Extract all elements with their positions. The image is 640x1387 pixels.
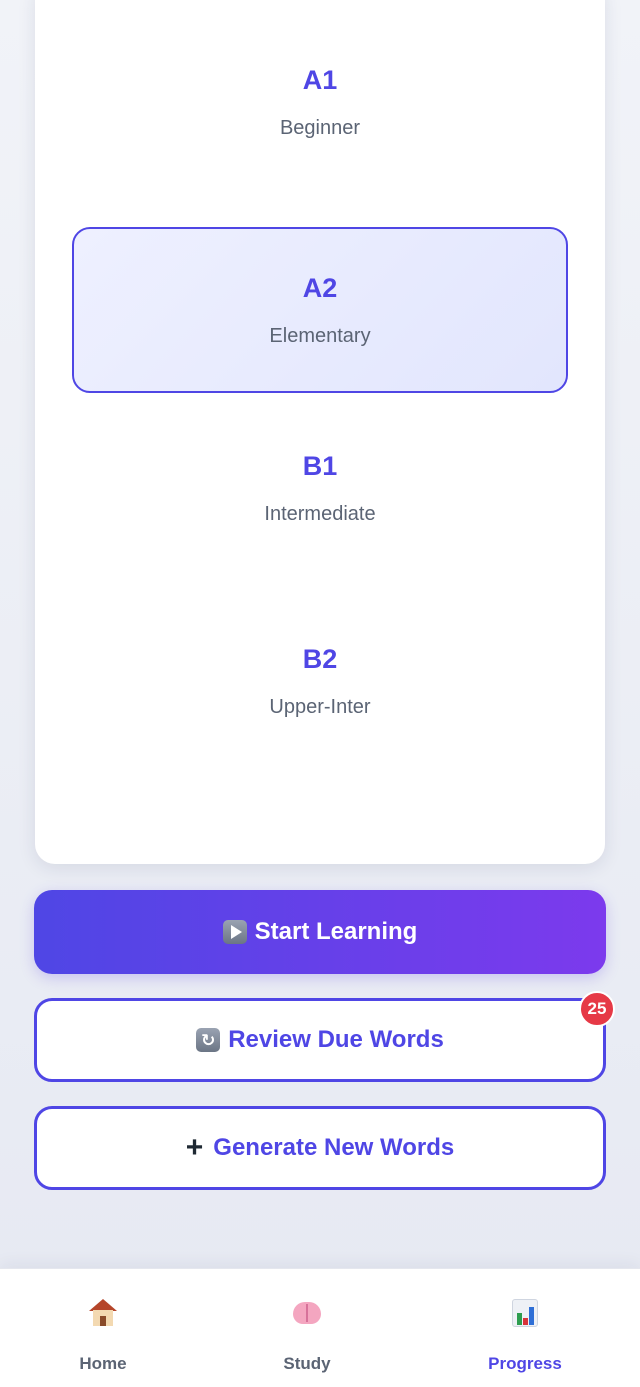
nav-item-study[interactable]: Study xyxy=(237,1269,377,1387)
level-option-b1[interactable]: B1 Intermediate xyxy=(72,405,568,571)
bar-chart-icon xyxy=(509,1297,541,1329)
app-screen: A1 Beginner A2 Elementary B1 Intermediat… xyxy=(0,0,640,1387)
nav-label: Study xyxy=(283,1354,331,1373)
level-option-a1[interactable]: A1 Beginner xyxy=(72,19,568,185)
level-selector-card: A1 Beginner A2 Elementary B1 Intermediat… xyxy=(35,0,605,864)
start-learning-label: Start Learning xyxy=(254,918,418,945)
nav-item-home[interactable]: Home xyxy=(33,1269,173,1387)
nav-label: Progress xyxy=(488,1354,562,1373)
house-icon xyxy=(87,1297,119,1329)
play-icon xyxy=(222,920,247,944)
level-code: B2 xyxy=(302,644,338,674)
level-description: Intermediate xyxy=(264,503,376,525)
due-count-badge: 25 xyxy=(579,991,615,1027)
level-code: A2 xyxy=(302,273,338,303)
level-description: Upper-Inter xyxy=(269,696,371,718)
review-due-words-button[interactable]: ↻ Review Due Words 25 xyxy=(34,991,615,1082)
level-description: Beginner xyxy=(279,117,361,139)
refresh-icon: ↻ xyxy=(196,1028,221,1052)
nav-item-progress[interactable]: Progress xyxy=(455,1269,595,1387)
start-learning-button[interactable]: Start Learning xyxy=(34,890,606,974)
level-option-b2[interactable]: B2 Upper-Inter xyxy=(72,598,568,764)
brain-icon xyxy=(291,1297,323,1329)
generate-new-words-label: Generate New Words xyxy=(213,1134,455,1161)
nav-label: Home xyxy=(79,1354,127,1373)
plus-icon: + xyxy=(185,1131,204,1164)
bottom-navigation: Home Study Progress xyxy=(0,1268,640,1387)
level-code: B1 xyxy=(302,451,338,481)
level-option-a2[interactable]: A2 Elementary xyxy=(72,227,568,393)
generate-new-words-button[interactable]: + Generate New Words xyxy=(34,1106,606,1190)
level-description: Elementary xyxy=(269,325,371,347)
review-due-words-label: Review Due Words xyxy=(228,1026,444,1053)
level-code: A1 xyxy=(302,65,338,95)
